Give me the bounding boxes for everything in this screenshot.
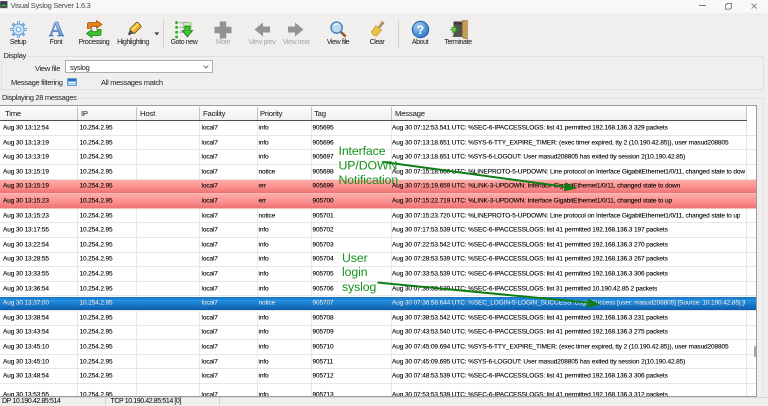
svg-text:A: A [48, 20, 64, 39]
svg-text:?: ? [416, 23, 423, 37]
